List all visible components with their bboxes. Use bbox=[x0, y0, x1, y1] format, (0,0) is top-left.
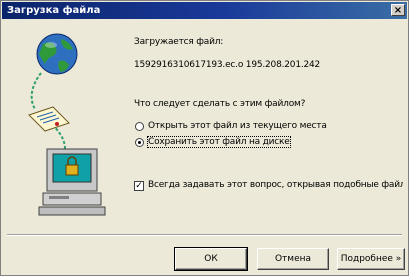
ok-button[interactable]: ОК bbox=[174, 247, 248, 271]
save-file-label[interactable]: Сохранить этот файл на диске bbox=[147, 136, 291, 148]
window-title: Загрузка файла bbox=[7, 5, 101, 16]
downloading-label: Загружается файл: bbox=[134, 37, 224, 47]
title-bar[interactable]: Загрузка файла × bbox=[2, 2, 407, 19]
always-ask-checkbox[interactable]: ✓ bbox=[134, 181, 144, 191]
checkmark-icon: ✓ bbox=[135, 181, 143, 191]
always-ask-label[interactable]: Всегда задавать этот вопрос, открывая по… bbox=[148, 180, 403, 190]
download-source-text: 1592916310617193.ec.o 195.208.201.242 bbox=[134, 60, 321, 70]
document-icon bbox=[28, 106, 70, 132]
globe-icon bbox=[36, 33, 78, 75]
computer-icon bbox=[38, 148, 106, 216]
download-illustration bbox=[28, 33, 106, 216]
cancel-button[interactable]: Отмена bbox=[257, 248, 329, 270]
details-button[interactable]: Подробнее » bbox=[337, 248, 405, 270]
open-file-label[interactable]: Открыть этот файл из текущего места bbox=[148, 121, 327, 131]
question-label: Что следует сделать с этим файлом? bbox=[134, 99, 306, 109]
close-button[interactable]: × bbox=[391, 4, 405, 16]
file-download-dialog: Загрузка файла × Загружается файл: 15929… bbox=[0, 0, 409, 276]
save-file-radio[interactable] bbox=[135, 138, 144, 147]
separator bbox=[7, 234, 402, 236]
open-file-radio[interactable] bbox=[135, 122, 144, 131]
